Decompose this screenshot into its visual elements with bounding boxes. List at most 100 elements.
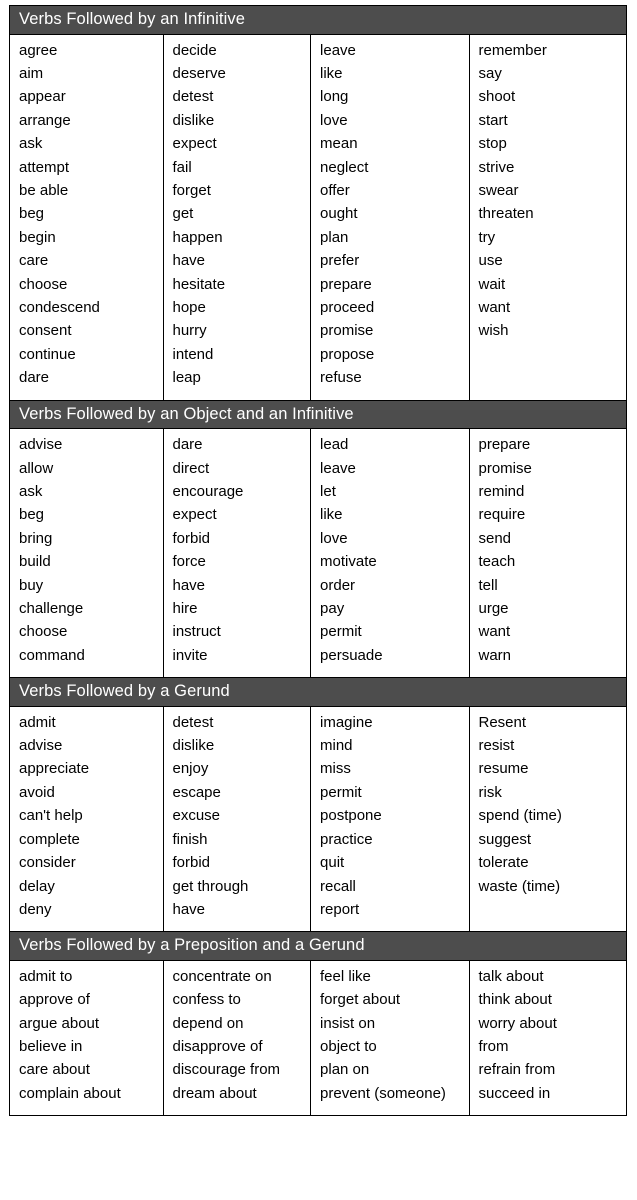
verb-entry: hurry <box>172 322 207 340</box>
verb-entry: shoot <box>478 88 516 106</box>
verb-entry: have <box>172 900 206 918</box>
verb-entry: forbid <box>172 854 211 872</box>
verb-entry: pay <box>320 599 345 617</box>
verb-entry: intend <box>172 345 214 363</box>
verb-entry: ask <box>19 482 43 500</box>
verb-column: dare direct encourage expect forbid force have… <box>164 429 312 678</box>
verb-entry: challenge <box>19 599 84 617</box>
verb-entry: remember <box>478 41 547 59</box>
verb-column: feel like forget about insist on object to p… <box>311 960 470 1116</box>
verb-entry: recall <box>320 877 356 895</box>
verb-column: admit to approve of argue about believe in c… <box>10 960 164 1116</box>
verb-entry: strive <box>478 158 515 176</box>
verb-entry: lead <box>320 436 349 454</box>
verb-entry: worry about <box>478 1014 557 1032</box>
verb-entry: dare <box>19 369 50 387</box>
verb-entry: threaten <box>478 205 534 223</box>
verb-entry: enjoy <box>172 760 209 778</box>
section-heading: Verbs Followed by an Infinitive <box>10 6 626 35</box>
verb-column: detest dislike enjoy escape excuse finish forb… <box>164 706 312 932</box>
verb-entry: want <box>478 298 511 316</box>
verb-entry: tolerate <box>478 854 529 872</box>
verb-entry: leave <box>320 41 356 59</box>
verb-entry: continue <box>19 345 76 363</box>
verb-entry: command <box>19 646 85 664</box>
verb-entry: excuse <box>172 807 221 825</box>
verb-entry: aim <box>19 64 44 82</box>
verb-entry: order <box>320 576 356 594</box>
verb-entry: be able <box>19 181 69 199</box>
verb-entry: condescend <box>19 298 100 316</box>
verb-entry: detest <box>172 88 214 106</box>
verb-entry: feel like <box>320 967 371 985</box>
verb-entry: prepare <box>320 275 372 293</box>
verb-entry: bring <box>19 529 53 547</box>
verb-entry: happen <box>172 228 223 246</box>
verb-entry: escape <box>172 783 221 801</box>
verb-entry: long <box>320 88 349 106</box>
verb-entry: leave <box>320 459 356 477</box>
verb-entry: concentrate on <box>172 967 272 985</box>
verb-entry: fail <box>172 158 192 176</box>
page-canvas: Verbs Followed by an Infinitive agree aim a… <box>0 0 637 1200</box>
verb-entry: tell <box>478 576 498 594</box>
verb-entry: beg <box>19 205 45 223</box>
verb-entry: quit <box>320 854 345 872</box>
verb-entry: forget about <box>320 991 401 1009</box>
section-columns: advise allow ask beg bring build buy challenge c… <box>10 429 626 678</box>
verb-entry: suggest <box>478 830 532 848</box>
verb-entry: expect <box>172 135 217 153</box>
verb-entry: consider <box>19 854 76 872</box>
verb-entry: neglect <box>320 158 369 176</box>
verb-entry: force <box>172 553 206 571</box>
verb-entry: begin <box>19 228 56 246</box>
verb-section: Verbs Followed by a Gerund admit advise app… <box>10 677 626 932</box>
verb-entry: depend on <box>172 1014 244 1032</box>
verb-column: decide deserve detest dislike expect fail forg… <box>164 34 312 400</box>
verb-section: Verbs Followed by an Object and an Infin… <box>10 399 626 678</box>
verb-entry: beg <box>19 506 45 524</box>
verb-entry: ask <box>19 135 43 153</box>
verb-entry: from <box>478 1038 509 1056</box>
verb-entry: complain about <box>19 1084 121 1102</box>
verb-entry: direct <box>172 459 210 477</box>
verb-entry: admit to <box>19 967 73 985</box>
verb-entry: discourage from <box>172 1061 281 1079</box>
verb-entry: appreciate <box>19 760 90 778</box>
verb-entry: deny <box>19 900 52 918</box>
verb-entry: appear <box>19 88 66 106</box>
verb-entry: delay <box>19 877 55 895</box>
verb-entry: resume <box>478 760 529 778</box>
verb-column: agree aim appear arrange ask attempt be able be… <box>10 34 164 400</box>
verb-entry: arrange <box>19 111 71 129</box>
verb-entry: care <box>19 252 49 270</box>
verb-entry: practice <box>320 830 373 848</box>
verb-entry: require <box>478 506 526 524</box>
verb-entry: object to <box>320 1038 377 1056</box>
verb-column: leave like long love mean neglect offer ought pl… <box>311 34 470 400</box>
verb-entry: expect <box>172 506 217 524</box>
verb-entry: admit <box>19 713 56 731</box>
verb-entry: allow <box>19 459 54 477</box>
verb-entry: think about <box>478 991 552 1009</box>
verb-column: admit advise appreciate avoid can't help comp… <box>10 706 164 932</box>
verb-entry: offer <box>320 181 350 199</box>
verb-entry: like <box>320 64 343 82</box>
verb-entry: forget <box>172 181 211 199</box>
verb-column: imagine mind miss permit postpone practice qui… <box>311 706 470 932</box>
verb-patterns-table: Verbs Followed by an Infinitive agree aim a… <box>9 5 627 1117</box>
verb-entry: build <box>19 553 51 571</box>
verb-section: Verbs Followed by a Preposition and a Ge… <box>10 931 626 1116</box>
verb-entry: avoid <box>19 783 55 801</box>
verb-entry: prevent (someone) <box>320 1084 446 1102</box>
verb-entry: spend (time) <box>478 807 562 825</box>
verb-entry: prefer <box>320 252 360 270</box>
verb-column: lead leave let like love motivate order pay perm… <box>311 429 470 678</box>
verb-entry: report <box>320 900 360 918</box>
verb-entry: persuade <box>320 646 383 664</box>
verb-entry: can't help <box>19 807 83 825</box>
verb-entry: agree <box>19 41 58 59</box>
verb-entry: argue about <box>19 1014 100 1032</box>
verb-entry: send <box>478 529 512 547</box>
verb-entry: choose <box>19 623 68 641</box>
